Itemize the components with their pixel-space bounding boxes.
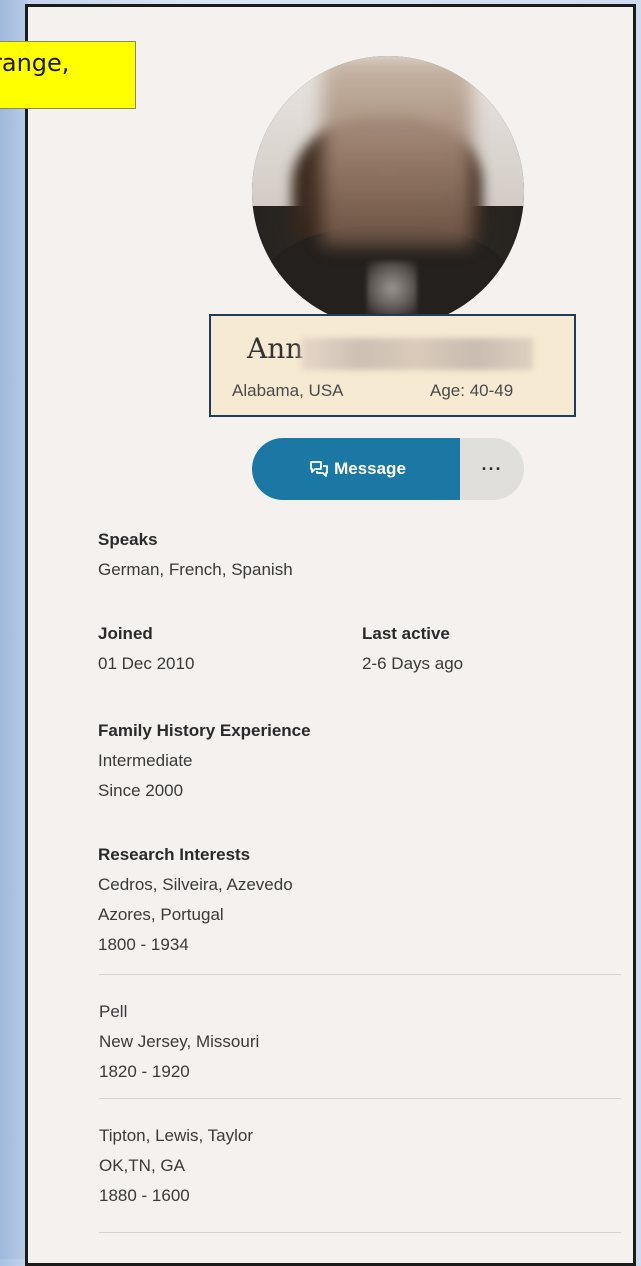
joined-label: Joined	[98, 624, 153, 643]
research-surnames: Cedros, Silveira, Azevedo	[98, 875, 293, 894]
name-redaction-blur	[301, 338, 533, 370]
research-places: Azores, Portugal	[98, 905, 224, 924]
background-strip	[0, 0, 28, 1259]
avatar-shirt-print	[367, 261, 417, 316]
speaks-value: German, French, Spanish	[98, 560, 293, 579]
research-surnames: Tipton, Lewis, Taylor	[99, 1126, 254, 1145]
profile-name: Ann	[247, 332, 304, 365]
profile-location: Alabama, USA	[232, 381, 344, 400]
message-button[interactable]: Message	[252, 438, 460, 500]
profile-avatar[interactable]	[252, 56, 524, 328]
last-active-value: 2-6 Days ago	[362, 654, 464, 673]
research-divider	[99, 974, 621, 975]
research-label: Research Interests	[98, 845, 251, 864]
research-places: OK,TN, GA	[99, 1156, 185, 1175]
research-years: 1800 - 1934	[98, 935, 189, 954]
research-years: 1820 - 1920	[99, 1062, 190, 1081]
research-divider	[99, 1098, 621, 1099]
callout-text: range,	[0, 49, 70, 77]
experience-since: Since 2000	[98, 781, 184, 800]
speaks-label: Speaks	[98, 530, 158, 549]
name-highlight-box: Ann Alabama, USA Age: 40-49	[209, 314, 576, 417]
research-surnames: Pell	[99, 1002, 128, 1021]
avatar-face-blur	[322, 56, 472, 246]
research-divider	[99, 1232, 621, 1233]
last-active-label: Last active	[362, 624, 450, 643]
experience-level: Intermediate	[98, 751, 193, 770]
experience-label: Family History Experience	[98, 721, 311, 740]
profile-age: Age: 40-49	[430, 381, 514, 400]
annotation-callout: range,	[0, 41, 136, 109]
message-button-label: Message	[334, 459, 406, 478]
more-icon: ···	[481, 458, 503, 479]
research-places: New Jersey, Missouri	[99, 1032, 260, 1051]
joined-value: 01 Dec 2010	[98, 654, 195, 673]
more-options-button[interactable]: ···	[460, 438, 524, 500]
research-years: 1880 - 1600	[99, 1186, 190, 1205]
message-icon	[310, 461, 328, 477]
